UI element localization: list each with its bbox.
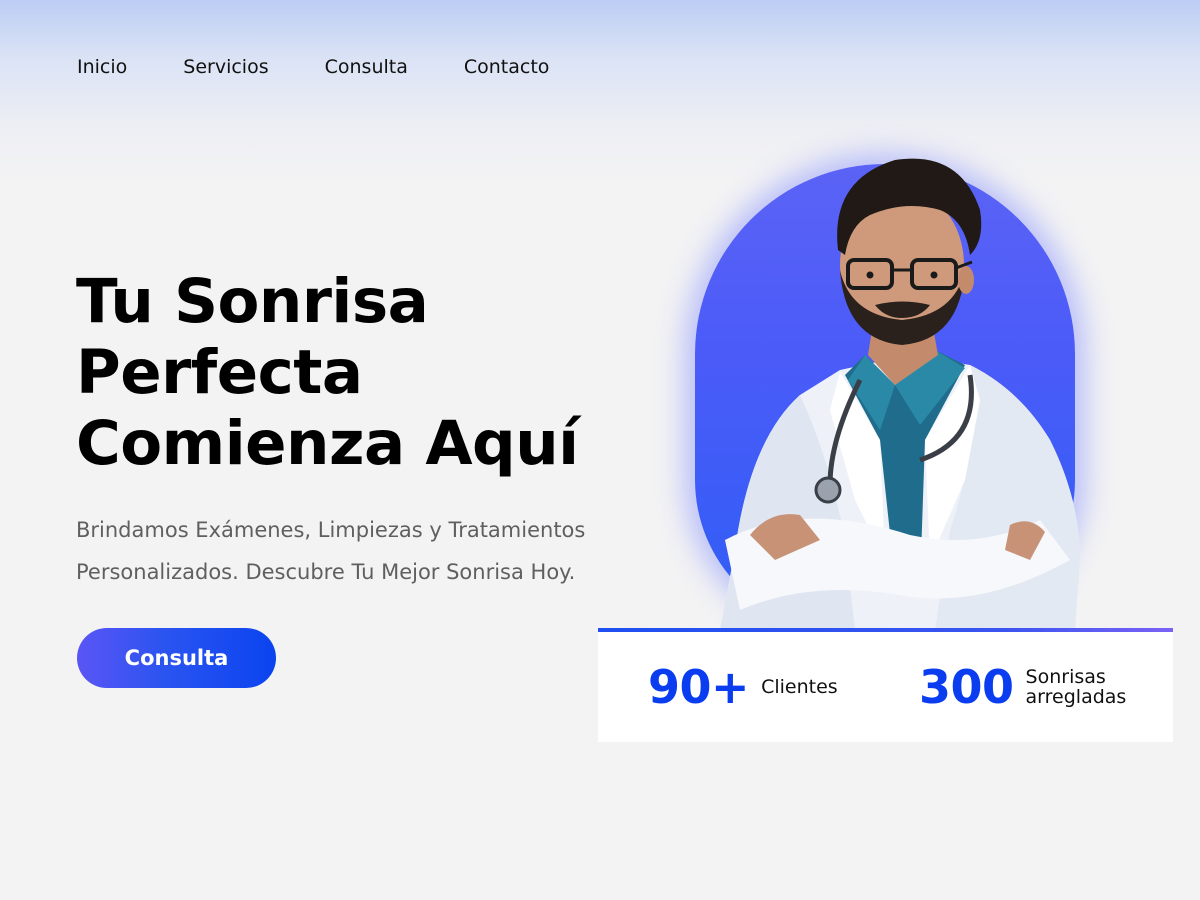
- hero-title-line: Perfecta: [76, 337, 363, 408]
- stat-label-line: Sonrisas: [1025, 666, 1106, 688]
- stat-number: 300: [919, 660, 1014, 714]
- hero-subtitle-line: Brindamos Exámenes, Limpiezas y Tratamie…: [76, 518, 586, 542]
- doctor-illustration: [720, 158, 1080, 630]
- stat-clientes: 90+ Clientes: [648, 632, 838, 742]
- consulta-button[interactable]: Consulta: [77, 628, 276, 688]
- hero-title: Tu Sonrisa Perfecta Comienza Aquí: [76, 266, 636, 479]
- stat-number: 90+: [648, 660, 750, 714]
- stat-label: Clientes: [761, 677, 838, 697]
- stat-label-line: arregladas: [1025, 686, 1127, 708]
- nav-link-consulta[interactable]: Consulta: [325, 55, 408, 79]
- stat-label: Sonrisas arregladas: [1026, 667, 1127, 707]
- doctor-photo: [680, 140, 1100, 630]
- main-nav: Inicio Servicios Consulta Contacto: [77, 55, 605, 79]
- stat-label-line: Clientes: [761, 676, 838, 698]
- stat-sonrisas: 300 Sonrisas arregladas: [919, 632, 1126, 742]
- nav-link-contacto[interactable]: Contacto: [464, 55, 550, 79]
- stats-card: 90+ Clientes 300 Sonrisas arregladas: [598, 628, 1173, 742]
- hero-title-line: Tu Sonrisa: [76, 266, 429, 337]
- hero-subtitle: Brindamos Exámenes, Limpiezas y Tratamie…: [76, 509, 676, 593]
- nav-link-inicio[interactable]: Inicio: [77, 55, 127, 79]
- nav-link-servicios[interactable]: Servicios: [183, 55, 268, 79]
- hero-title-line: Comienza Aquí: [76, 408, 579, 479]
- hero-subtitle-line: Personalizados. Descubre Tu Mejor Sonris…: [76, 560, 576, 584]
